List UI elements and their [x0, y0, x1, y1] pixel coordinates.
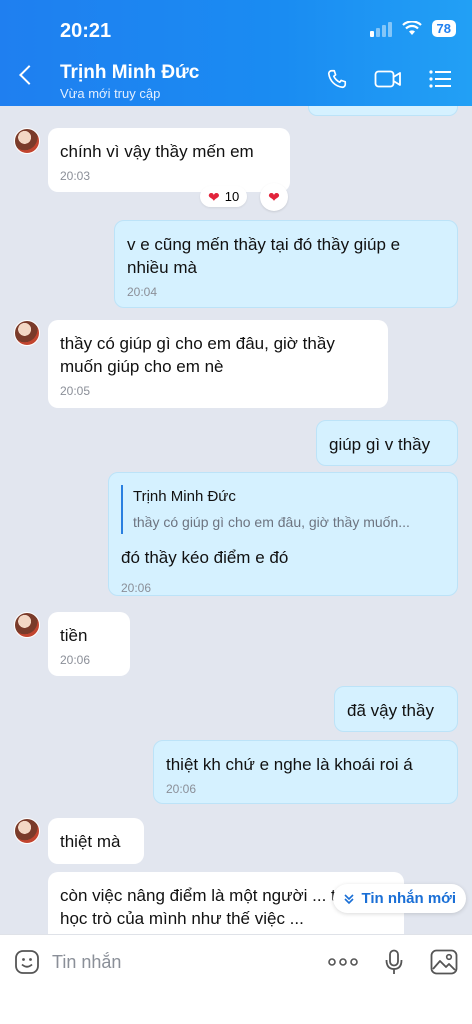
- video-call-icon[interactable]: [374, 68, 402, 90]
- message-time: 20:06: [121, 581, 152, 595]
- heart-icon: ❤: [268, 189, 280, 205]
- message-bubble-reply[interactable]: Trịnh Minh Đức thầy có giúp gì cho em đâ…: [108, 472, 458, 596]
- message-bubble-outgoing[interactable]: giúp gì v thầy: [316, 420, 458, 466]
- message-bubble-incoming[interactable]: tiền 20:06: [48, 612, 130, 676]
- image-icon[interactable]: [430, 949, 458, 975]
- signal-icon: [369, 21, 392, 37]
- back-icon[interactable]: [19, 65, 39, 85]
- contact-avatar[interactable]: [14, 612, 40, 638]
- chat-header: 20:21 78 Trịnh Minh Đức Vừa mới truy cập: [0, 0, 472, 106]
- reaction-count[interactable]: ❤ 10: [200, 186, 248, 207]
- phone-icon[interactable]: [326, 68, 348, 90]
- message-bubble-outgoing[interactable]: v e cũng mến thầy tại đó thầy giúp e nhi…: [114, 220, 458, 308]
- partial-bubble: [308, 106, 458, 116]
- contact-avatar[interactable]: [14, 128, 40, 154]
- message-time: 20:06: [166, 782, 197, 796]
- quoted-message[interactable]: Trịnh Minh Đức thầy có giúp gì cho em đâ…: [121, 485, 445, 534]
- contact-avatar[interactable]: [14, 818, 40, 844]
- message-text: giúp gì v thầy: [329, 435, 431, 454]
- contact-status: Vừa mới truy cập: [60, 86, 161, 101]
- message-text: v e cũng mến thầy tại đó thầy giúp e nhi…: [127, 235, 401, 277]
- message-text: tiền: [60, 626, 88, 645]
- message-text: thầy có giúp gì cho em đâu, giờ thầy muố…: [60, 334, 335, 376]
- react-button[interactable]: ❤: [260, 183, 288, 211]
- quoted-author: Trịnh Minh Đức: [133, 488, 236, 505]
- status-indicators: 78: [369, 20, 456, 37]
- message-time: 20:04: [127, 285, 158, 299]
- message-text: đã vậy thầy: [347, 701, 434, 720]
- battery-indicator: 78: [431, 20, 456, 37]
- contact-name[interactable]: Trịnh Minh Đức: [60, 62, 199, 84]
- message-bubble-incoming[interactable]: thiệt mà: [48, 818, 144, 864]
- message-composer: [0, 934, 472, 1024]
- new-messages-button[interactable]: Tin nhắn mới: [333, 884, 466, 913]
- message-list[interactable]: chính vì vậy thầy mến em 20:03 ❤ 10 ❤ v …: [0, 106, 472, 934]
- message-input[interactable]: [52, 947, 282, 977]
- message-bubble-incoming[interactable]: thầy có giúp gì cho em đâu, giờ thầy muố…: [48, 320, 388, 408]
- message-text: thiệt mà: [60, 832, 121, 851]
- status-time: 20:21: [60, 20, 112, 42]
- quoted-text: thầy có giúp gì cho em đâu, giờ thầy muố…: [133, 514, 410, 530]
- microphone-icon[interactable]: [384, 949, 404, 975]
- message-text: đó thầy kéo điểm e đó: [121, 548, 289, 567]
- menu-icon[interactable]: [428, 68, 452, 90]
- message-time: 20:06: [60, 653, 91, 667]
- double-chevron-down-icon: [344, 893, 355, 904]
- message-bubble-outgoing[interactable]: đã vậy thầy: [334, 686, 458, 732]
- more-icon[interactable]: [328, 957, 358, 967]
- heart-icon: ❤: [208, 188, 220, 205]
- wifi-icon: [401, 21, 422, 35]
- emoji-icon[interactable]: [14, 949, 40, 975]
- message-time: 20:03: [60, 169, 91, 183]
- message-time: 20:05: [60, 384, 91, 398]
- message-text: còn việc nâng điểm là một người ... thầy…: [60, 886, 364, 928]
- contact-avatar[interactable]: [14, 320, 40, 346]
- message-text: chính vì vậy thầy mến em: [60, 142, 254, 161]
- message-bubble-outgoing[interactable]: thiệt kh chứ e nghe là khoái roi á 20:06: [153, 740, 458, 804]
- message-text: thiệt kh chứ e nghe là khoái roi á: [166, 755, 413, 774]
- message-bubble-incoming[interactable]: chính vì vậy thầy mến em 20:03: [48, 128, 290, 192]
